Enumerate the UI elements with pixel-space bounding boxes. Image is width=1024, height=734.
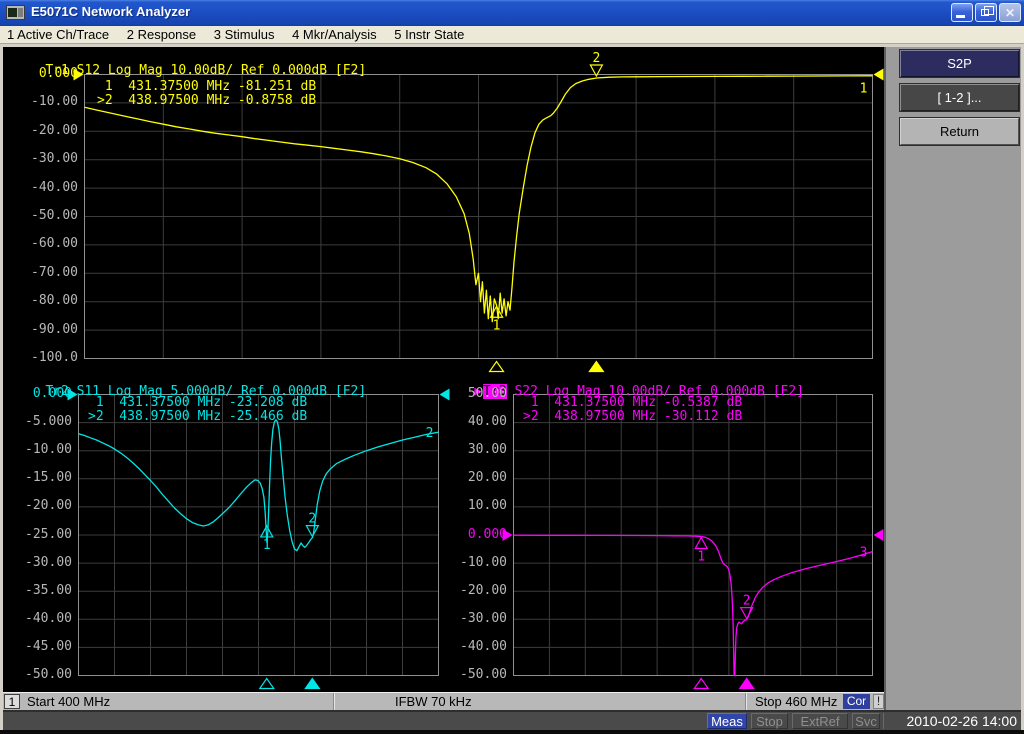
axis-tick-label: -15.00 <box>14 470 72 485</box>
stop-indicator: Stop <box>751 713 788 729</box>
axis-tick-label: -10.00 <box>20 94 78 109</box>
window-title: E5071C Network Analyzer <box>31 4 190 19</box>
svc-indicator: Svc <box>852 713 880 729</box>
axis-tick-label: -40.00 <box>449 639 507 654</box>
statusbar-divider <box>745 693 747 710</box>
close-icon: ✕ <box>1000 5 1020 21</box>
axis-tick-label: -45.00 <box>14 639 72 654</box>
axis-tick-label: -50.00 <box>449 667 507 682</box>
application-window: E5071C Network Analyzer ✕ 1 Active Ch/Tr… <box>0 0 1024 734</box>
axis-tick-label: -50.00 <box>14 667 72 682</box>
menu-item-instr-state[interactable]: 5 Instr State <box>387 26 471 44</box>
axis-tick-label: 30.00 <box>449 442 507 457</box>
axis-tick-label: -30.00 <box>14 555 72 570</box>
restore-icon <box>981 9 989 16</box>
trace1-marker2-readout: >2 438.97500 MHz -0.8758 dB <box>97 94 316 108</box>
trace1-marker1-readout: 1 431.37500 MHz -81.251 dB <box>97 80 316 94</box>
axis-tick-label: 0.000 <box>14 386 72 401</box>
axis-tick-label: -70.00 <box>20 265 78 280</box>
menu-bar: 1 Active Ch/Trace 2 Response 3 Stimulus … <box>0 26 1024 44</box>
axis-tick-label: -30.00 <box>20 151 78 166</box>
menu-item-active-ch-trace[interactable]: 1 Active Ch/Trace <box>0 26 116 44</box>
alert-indicator: ! <box>873 694 884 709</box>
close-button[interactable]: ✕ <box>999 3 1021 22</box>
axis-tick-label: 10.00 <box>449 498 507 513</box>
axis-tick-label: -50.00 <box>20 208 78 223</box>
menu-item-response[interactable]: 2 Response <box>120 26 203 44</box>
softkey-ports-1-2[interactable]: [ 1-2 ]... <box>899 83 1020 112</box>
instrument-status-bar: Meas Stop ExtRef Svc 2010-02-26 14:00 <box>3 712 1021 730</box>
axis-tick-label: 0.000 <box>20 66 78 81</box>
stop-frequency-label: Stop 460 MHz <box>755 694 837 710</box>
axis-tick-label: -10.00 <box>449 555 507 570</box>
instrument-screen <box>3 47 884 692</box>
axis-tick-label: 0.000 <box>449 527 507 542</box>
meas-indicator: Meas <box>707 713 747 729</box>
ifbw-label: IFBW 70 kHz <box>395 694 472 710</box>
axis-tick-label: -40.00 <box>14 611 72 626</box>
axis-tick-label: 20.00 <box>449 470 507 485</box>
menu-item-mkr-analysis[interactable]: 4 Mkr/Analysis <box>285 26 384 44</box>
trace3-marker2-readout: >2 438.97500 MHz -30.112 dB <box>523 410 742 424</box>
axis-tick-label: -40.00 <box>20 180 78 195</box>
axis-tick-label: -20.00 <box>20 123 78 138</box>
axis-tick-label: -30.00 <box>449 611 507 626</box>
softkey-return[interactable]: Return <box>899 117 1020 146</box>
channel-status-bar: 1 Start 400 MHz IFBW 70 kHz Stop 460 MHz… <box>3 692 884 710</box>
window-bottom-edge <box>0 730 1024 734</box>
axis-tick-label: -5.000 <box>14 414 72 429</box>
axis-tick-label: -35.00 <box>14 583 72 598</box>
axis-tick-label: -20.00 <box>14 498 72 513</box>
axis-tick-label: -80.00 <box>20 293 78 308</box>
datetime-display: 2010-02-26 14:00 <box>883 713 1021 729</box>
trace3-marker1-readout: 1 431.37500 MHz -0.5387 dB <box>523 396 742 410</box>
axis-tick-label: -100.0 <box>20 350 78 365</box>
axis-tick-label: -25.00 <box>14 527 72 542</box>
start-frequency-label: Start 400 MHz <box>27 694 110 710</box>
axis-tick-label: 50.00 <box>449 386 507 401</box>
minimize-button[interactable] <box>951 3 973 22</box>
axis-tick-label: -90.00 <box>20 322 78 337</box>
trace2-marker1-readout: 1 431.37500 MHz -23.208 dB <box>88 396 307 410</box>
axis-tick-label: 40.00 <box>449 414 507 429</box>
softkey-s2p[interactable]: S2P <box>899 49 1020 78</box>
minimize-icon <box>956 15 965 18</box>
channel-number-badge: 1 <box>4 694 20 709</box>
extref-indicator: ExtRef <box>792 713 848 729</box>
title-bar: E5071C Network Analyzer ✕ <box>0 0 1024 26</box>
statusbar-divider <box>333 693 335 710</box>
restore-button[interactable] <box>975 3 997 22</box>
axis-tick-label: -10.00 <box>14 442 72 457</box>
correction-status-badge: Cor <box>843 694 870 709</box>
softkey-sidebar: S2P [ 1-2 ]... Return <box>884 47 1021 710</box>
app-icon <box>6 5 25 20</box>
axis-tick-label: -60.00 <box>20 236 78 251</box>
trace2-marker2-readout: >2 438.97500 MHz -25.466 dB <box>88 410 307 424</box>
menu-item-stimulus[interactable]: 3 Stimulus <box>207 26 282 44</box>
axis-tick-label: -20.00 <box>449 583 507 598</box>
